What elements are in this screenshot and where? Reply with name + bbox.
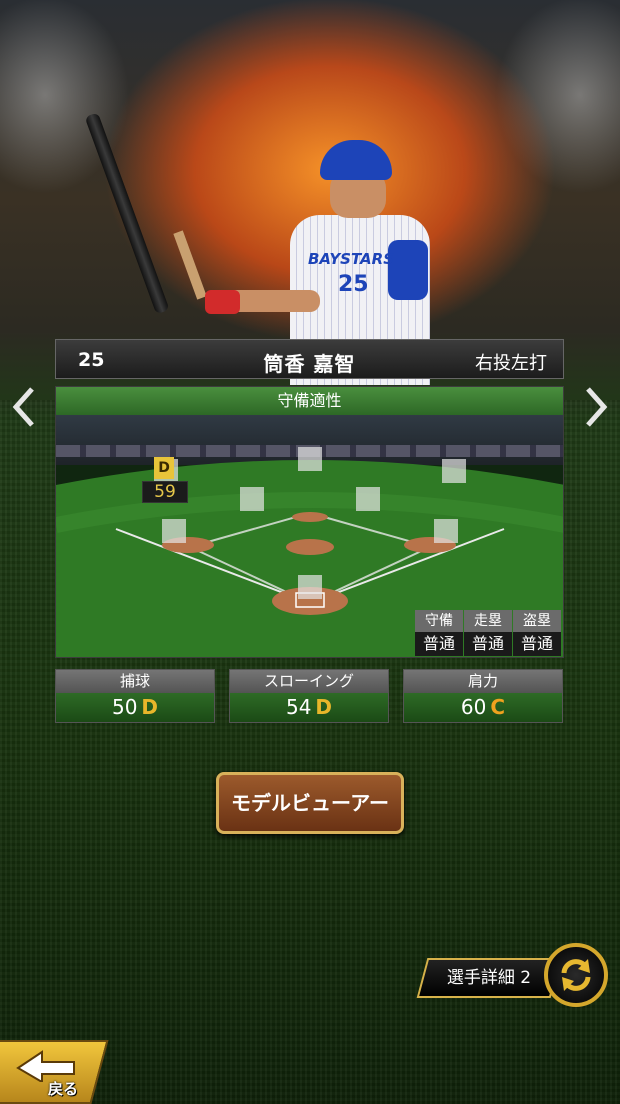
fielding-panel-title: 守備適性 xyxy=(56,387,563,415)
position-grade-value: 59 xyxy=(142,481,188,503)
ability-label: 捕球 xyxy=(56,670,214,693)
mini-stat-baserunning: 走塁 普通 xyxy=(464,610,512,656)
ability-value-row: 50 D xyxy=(56,693,214,722)
mini-stat-label: 盗塁 xyxy=(513,610,561,632)
mini-stat-value: 普通 xyxy=(415,632,463,656)
uniform-number: 25 xyxy=(338,272,369,297)
position-center-field[interactable] xyxy=(298,447,322,471)
back-button-label: 戻る xyxy=(48,1080,79,1098)
chevron-right-icon xyxy=(586,387,608,427)
ability-value-row: 54 D xyxy=(230,693,388,722)
cycle-button[interactable] xyxy=(544,943,608,1007)
back-button[interactable]: 戻る xyxy=(0,1040,112,1104)
ability-label: スローイング xyxy=(230,670,388,693)
sleeve-graphic xyxy=(388,240,428,300)
baseball-field: D 59 守備 普通 走塁 普通 盗塁 普通 xyxy=(56,415,563,657)
player-handedness: 右投左打 xyxy=(475,353,547,374)
chevron-left-icon xyxy=(12,387,34,427)
running-defense-summary: 守備 普通 走塁 普通 盗塁 普通 xyxy=(414,610,561,656)
position-third-base[interactable] xyxy=(162,519,186,543)
ability-value-row: 60 C xyxy=(404,693,562,722)
cycle-arrows-icon xyxy=(561,959,591,991)
fielding-panel: 守備適性 D 59 守備 普通 走塁 普通 盗塁 普通 xyxy=(55,386,564,658)
ability-throwing: スローイング 54 D xyxy=(229,669,389,723)
ability-arm-strength: 肩力 60 C xyxy=(403,669,563,723)
player-detail-2-button[interactable]: 選手詳細 2 xyxy=(416,958,562,998)
ability-catching: 捕球 50 D xyxy=(55,669,215,723)
position-right-field[interactable] xyxy=(442,459,466,483)
ability-label: 肩力 xyxy=(404,670,562,693)
uniform-logo: BAYSTARS xyxy=(308,250,395,268)
ability-value: 60 xyxy=(460,695,487,719)
mini-stat-label: 走塁 xyxy=(464,610,512,632)
prev-player-button[interactable] xyxy=(10,385,36,439)
position-second-base[interactable] xyxy=(356,487,380,511)
helmet-graphic xyxy=(320,140,392,180)
model-viewer-button[interactable]: モデルビューアー xyxy=(216,772,404,834)
ability-grade: D xyxy=(141,695,159,719)
bat-graphic xyxy=(84,112,170,315)
position-catcher[interactable] xyxy=(298,575,322,599)
mini-stat-value: 普通 xyxy=(464,632,512,656)
mini-stat-defense: 守備 普通 xyxy=(415,610,463,656)
ability-value: 54 xyxy=(285,695,312,719)
ability-grade: C xyxy=(490,695,506,719)
position-shortstop[interactable] xyxy=(240,487,264,511)
player-name-bar: 25 筒香 嘉智 右投左打 xyxy=(55,339,564,379)
back-arrow-icon xyxy=(16,1050,75,1082)
batting-glove-graphic xyxy=(205,290,240,314)
ability-value: 50 xyxy=(111,695,138,719)
ability-grade: D xyxy=(315,695,333,719)
position-grade-badge: D xyxy=(154,457,174,479)
next-player-button[interactable] xyxy=(584,385,610,439)
position-first-base[interactable] xyxy=(434,519,458,543)
bat-handle-graphic xyxy=(173,230,207,300)
mini-stat-value: 普通 xyxy=(513,632,561,656)
player-detail-2-label: 選手詳細 2 xyxy=(446,968,532,988)
mini-stat-label: 守備 xyxy=(415,610,463,632)
mini-stat-stealing: 盗塁 普通 xyxy=(513,610,561,656)
